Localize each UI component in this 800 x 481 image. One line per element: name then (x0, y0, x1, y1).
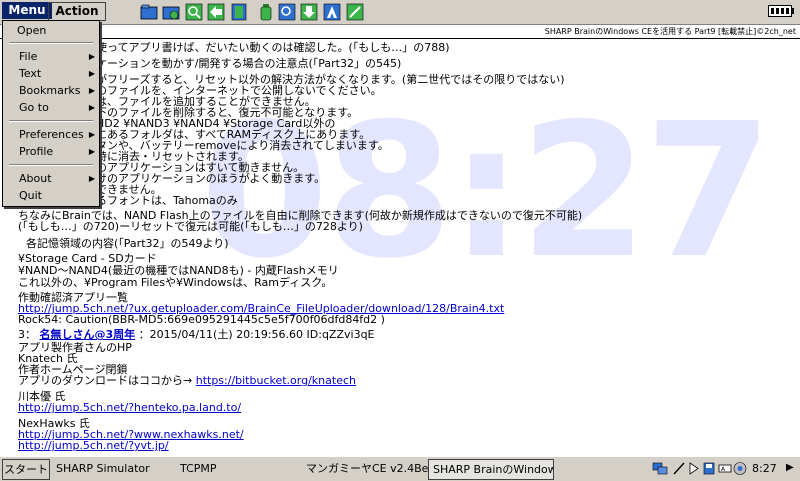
menu-item-bookmarks[interactable]: Bookmarks ▶ (3, 83, 99, 99)
submenu-arrow-icon: ▶ (88, 86, 95, 95)
taskbar-clock[interactable]: 8:27 (752, 459, 777, 478)
taskbar-scroll-right-icon[interactable]: ▶ (786, 462, 794, 473)
pen-icon[interactable] (672, 461, 686, 476)
search-icon[interactable] (185, 3, 203, 21)
menu-item-label: Preferences (19, 128, 84, 141)
action-button[interactable]: Action (48, 2, 106, 21)
menu-item-profile[interactable]: Profile ▶ (3, 144, 99, 160)
menu-item-label: File (19, 50, 38, 63)
reader-content[interactable]: 08:27 使ってアプリ書けば、だいたい動くのは確認した。(「もしも…」の788… (0, 39, 800, 455)
post-author-link[interactable]: 名無しさん@3周年 (40, 328, 136, 341)
down-arrow-icon[interactable] (300, 3, 318, 21)
storage-heading: 各記憶領域の内容(「Part32」の549より) (26, 237, 229, 250)
post-date: ：2015/04/11(土) 20:19:56.60 ID:qZZvi3qE (138, 328, 375, 341)
post-header: 3： 名無しさん@3周年 ：2015/04/11(土) 20:19:56.60 … (18, 328, 375, 341)
network-icon[interactable] (652, 461, 668, 476)
add-folder-icon[interactable] (162, 3, 180, 21)
rock54-notice: Rock54: Caution(BBR-MD5:669e095291445c5e… (18, 313, 385, 326)
text-line: るフォントは、Tahomaのみ (96, 194, 238, 207)
top-toolbar: Menu Action (0, 0, 800, 25)
volume-icon[interactable] (732, 461, 748, 476)
keyboard-icon[interactable]: A (718, 461, 732, 476)
submenu-arrow-icon: ▶ (88, 130, 95, 139)
play-icon[interactable] (688, 461, 700, 476)
bottle-icon[interactable] (257, 3, 275, 21)
bookmark-icon[interactable] (230, 3, 248, 21)
task-sharp-brain-window[interactable]: SHARP BrainのWindow (428, 459, 554, 480)
menu-item-label: Profile (19, 145, 54, 158)
menu-item-quit[interactable]: Quit (3, 188, 99, 204)
submenu-arrow-icon: ▶ (88, 174, 95, 183)
text-line: ケーションを動かす/開発する場合の注意点(「Part32」の545) (96, 57, 402, 70)
menu-item-label: Quit (19, 189, 42, 202)
menu-item-open[interactable]: Open (3, 23, 99, 39)
submenu-arrow-icon: ▶ (88, 103, 95, 112)
submenu-arrow-icon: ▶ (88, 147, 95, 156)
post-number: 3： (18, 328, 36, 341)
storage-line: これ以外の、¥Program Filesや¥Windowsは、Ramディスク。 (18, 276, 333, 289)
menu-separator (9, 120, 93, 122)
menu-item-label: Bookmarks (19, 84, 81, 97)
menu-item-preferences[interactable]: Preferences ▶ (3, 127, 99, 143)
menu-item-label: About (19, 172, 52, 185)
menu-item-about[interactable]: About ▶ (3, 171, 99, 187)
battery-icon (768, 5, 794, 17)
submenu-arrow-icon: ▶ (88, 69, 95, 78)
menu-item-text[interactable]: Text ▶ (3, 66, 99, 82)
thread-title: SHARP BrainのWindows CEを活用する Part9 [転載禁止]… (544, 27, 796, 36)
start-button[interactable]: スタート (2, 459, 50, 480)
menu-separator (9, 42, 93, 44)
menu-item-label: Open (17, 24, 47, 37)
menu-separator (9, 164, 93, 166)
bitbucket-link[interactable]: https://bitbucket.org/knatech (196, 374, 356, 387)
page-header: SHARP BrainのWindows CEを活用する Part9 [転載禁止]… (0, 25, 800, 39)
text-line: 使ってアプリ書けば、だいたい動くのは確認した。(「もしも…」の788) (96, 41, 450, 54)
main-dropdown-menu: Open File ▶ Text ▶ Bookmarks ▶ Go to ▶ P… (2, 20, 100, 207)
menu-button[interactable]: Menu (2, 2, 52, 19)
download-note-text: アプリのダウンロードはココから→ (18, 374, 193, 387)
nexhawks-link-2[interactable]: http://jump.5ch.net/?yvt.jp/ (18, 439, 169, 452)
menu-item-goto[interactable]: Go to ▶ (3, 100, 99, 116)
taskbar: スタート SHARP Simulator TCPMP マンガミーヤCE v2.4… (0, 456, 800, 481)
submenu-arrow-icon: ▶ (88, 52, 95, 61)
back-arrow-icon[interactable] (207, 3, 225, 21)
storage-icon[interactable] (702, 461, 716, 476)
menu-item-label: Go to (19, 101, 49, 114)
zoom-icon[interactable] (278, 3, 296, 21)
kawamoto-link[interactable]: http://jump.5ch.net/?henteko.pa.land.to/ (18, 401, 241, 414)
menu-item-label: Text (19, 67, 42, 80)
task-mangamiya[interactable]: マンガミーヤCE v2.4Beta (302, 459, 430, 478)
text-style-icon[interactable] (323, 3, 341, 21)
nand-note-2: (「もしも…」の720)ーリセットで復元は可能(「もしも…」の728より) (18, 220, 363, 233)
menu-item-file[interactable]: File ▶ (3, 49, 99, 65)
open-folder-icon[interactable] (140, 3, 158, 21)
download-note: アプリのダウンロードはココから→ https://bitbucket.org/k… (18, 374, 356, 387)
task-tcpmp[interactable]: TCPMP (176, 459, 300, 478)
link-icon[interactable] (346, 3, 364, 21)
task-sharp-simulator[interactable]: SHARP Simulator (52, 459, 174, 478)
